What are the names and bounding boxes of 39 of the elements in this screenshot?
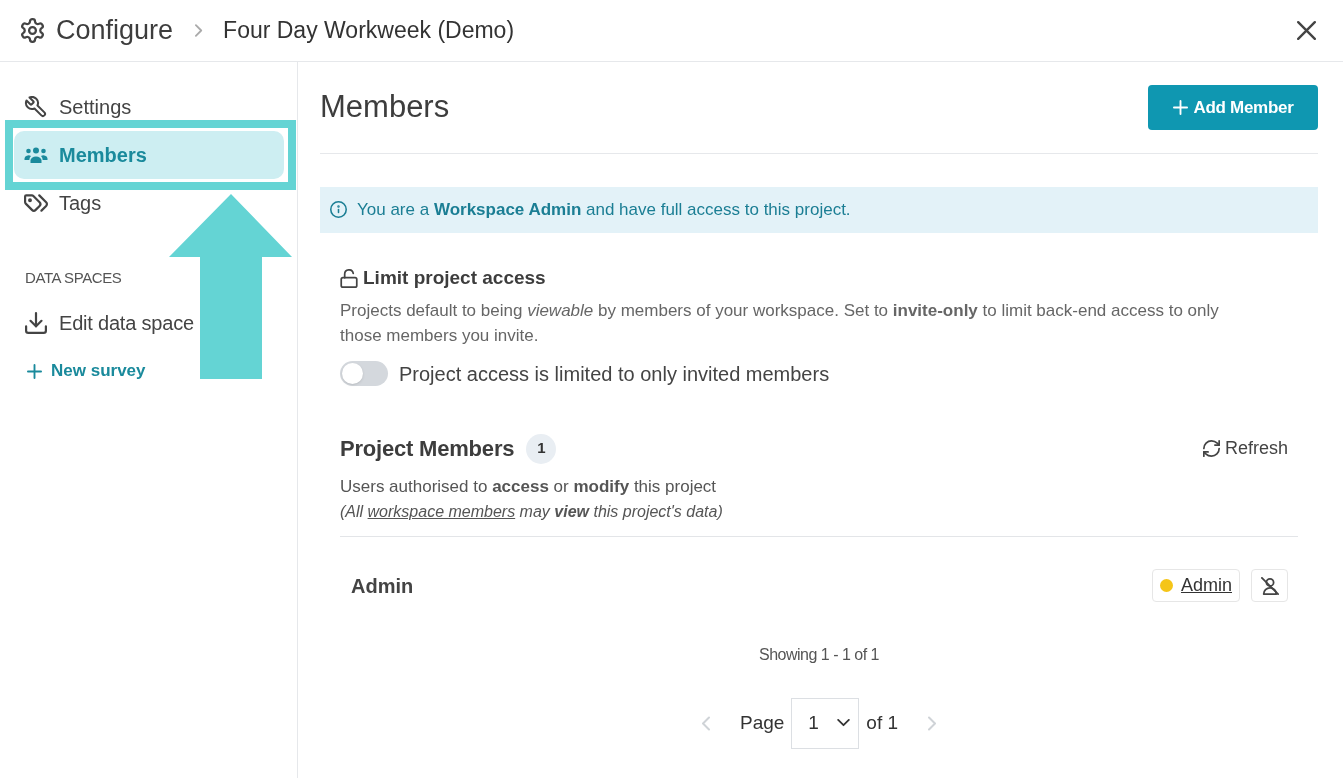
breadcrumb-title: Four Day Workweek (Demo): [223, 16, 515, 46]
new-survey-link[interactable]: New survey: [27, 359, 146, 383]
settings-icon: [20, 18, 45, 43]
person-slash-icon: [1260, 576, 1279, 595]
member-name: Admin: [351, 573, 414, 599]
chevron-down-icon: [837, 719, 851, 727]
members-title: Project Members: [340, 435, 515, 463]
refresh-icon: [1202, 440, 1220, 457]
tags-icon: [24, 192, 48, 214]
members-note: (All workspace members may view this project's data): [340, 501, 724, 522]
members-description: Users authorised to access or modify this project: [340, 475, 718, 498]
access-description: Projects default to being viewable by members of your workspace. Set to invite-only to limit back-end access to only those members you invite.: [340, 299, 1220, 347]
info-icon: [330, 201, 347, 218]
page-title: Configure: [56, 14, 174, 48]
pagination-summary: Showing 1 - 1 of 1: [758, 644, 880, 665]
plus-icon: [1172, 99, 1188, 115]
section-title: Members: [320, 88, 450, 126]
page-total: of 1: [866, 710, 899, 735]
download-icon: [24, 312, 48, 334]
unlocked-padlock-icon: [340, 269, 358, 288]
role-button[interactable]: Admin: [1151, 569, 1240, 602]
remove-member-button[interactable]: [1251, 569, 1288, 602]
info-banner-text: You are a Workspace Admin and have full access to this project.: [357, 198, 851, 221]
sidebar-item[interactable]: Edit data space: [14, 299, 194, 347]
close-icon[interactable]: [1297, 21, 1316, 40]
page-label: Page: [739, 710, 785, 735]
access-toggle[interactable]: [340, 361, 388, 386]
section-label: DATA SPACES: [25, 268, 122, 288]
chevron-right-icon: [195, 24, 204, 37]
refresh-button[interactable]: Refresh: [1202, 435, 1288, 462]
sidebar-item[interactable]: Settings: [14, 83, 136, 131]
page-select[interactable]: 1: [791, 697, 860, 749]
plus-icon: [27, 363, 42, 379]
access-title: Limit project access: [363, 266, 546, 291]
workspace-members-link[interactable]: workspace members: [367, 502, 516, 520]
wrench-icon: [24, 96, 48, 118]
sidebar-item[interactable]: Tags: [14, 179, 106, 227]
member-count-badge: 1: [526, 433, 557, 464]
toggle-label: Project access is limited to only invited members: [399, 361, 830, 387]
